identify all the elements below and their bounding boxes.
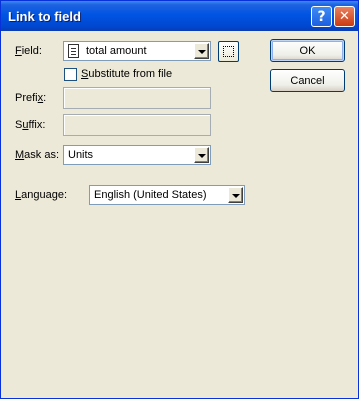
language-label: Language: bbox=[15, 189, 68, 201]
close-button[interactable]: ✕ bbox=[334, 6, 355, 27]
ok-button[interactable]: OK bbox=[270, 39, 345, 62]
language-dropdown[interactable]: English (United States) bbox=[89, 185, 245, 205]
field-dropdown[interactable]: total amount bbox=[63, 41, 211, 61]
field-label: Field: bbox=[15, 45, 42, 57]
mask-as-label: Mask as: bbox=[15, 149, 60, 161]
chevron-down-icon[interactable] bbox=[194, 43, 209, 59]
mask-as-dropdown[interactable]: Units bbox=[63, 145, 211, 165]
help-icon: ? bbox=[317, 8, 326, 25]
substitute-checkbox[interactable] bbox=[64, 68, 77, 81]
mask-as-value: Units bbox=[68, 149, 94, 161]
substitute-label[interactable]: Substitute from file bbox=[81, 68, 172, 80]
suffix-input[interactable] bbox=[63, 114, 211, 136]
prefix-input[interactable] bbox=[63, 87, 211, 109]
window-title: Link to field bbox=[8, 9, 81, 24]
cancel-button[interactable]: Cancel bbox=[270, 69, 345, 92]
browse-icon bbox=[223, 46, 234, 57]
title-bar[interactable]: Link to field ? ✕ bbox=[1, 1, 358, 31]
link-to-field-dialog: Link to field ? ✕ Field: total amount Su… bbox=[0, 0, 359, 399]
browse-field-button[interactable] bbox=[218, 41, 239, 62]
document-icon bbox=[68, 44, 79, 58]
language-value: English (United States) bbox=[94, 189, 207, 201]
prefix-label: Prefix: bbox=[15, 92, 47, 104]
chevron-down-icon[interactable] bbox=[228, 187, 243, 203]
field-value: total amount bbox=[86, 45, 147, 57]
suffix-label: Suffix: bbox=[15, 119, 46, 131]
chevron-down-icon[interactable] bbox=[194, 147, 209, 163]
help-button[interactable]: ? bbox=[311, 6, 332, 27]
close-icon: ✕ bbox=[339, 9, 350, 24]
